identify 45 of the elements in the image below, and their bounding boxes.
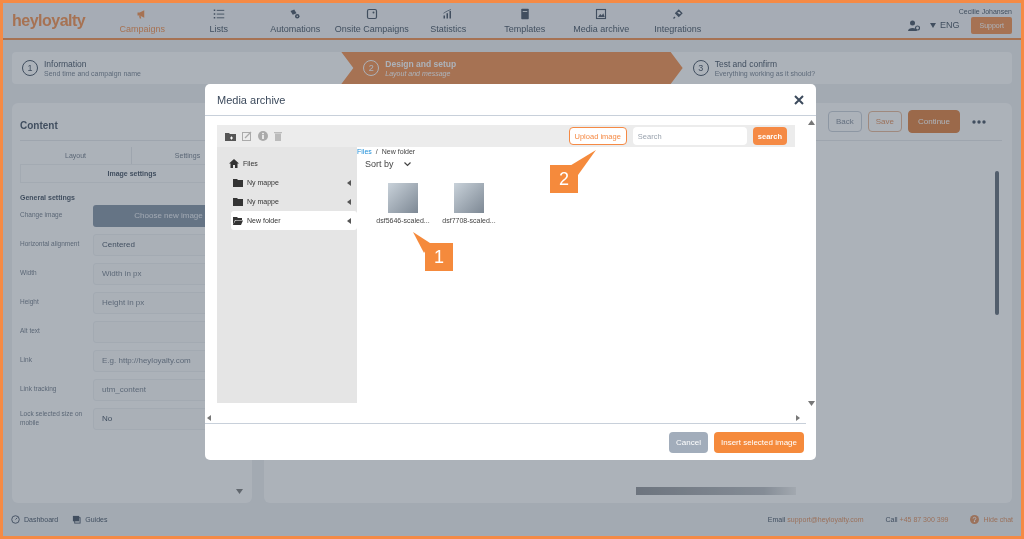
caret-left-icon <box>347 217 351 224</box>
step-title: Design and setup <box>385 59 457 69</box>
nav-item[interactable]: Templates <box>486 3 563 38</box>
info-icon[interactable] <box>258 131 268 141</box>
scroll-down-icon[interactable] <box>236 489 243 494</box>
insert-image-button[interactable]: Insert selected image <box>713 431 804 453</box>
chevron-down-icon[interactable] <box>403 161 411 167</box>
nav-item[interactable]: Integrations <box>639 3 716 38</box>
nav-item[interactable]: Media archive <box>563 3 640 38</box>
gauge-icon[interactable] <box>11 514 20 524</box>
caret-down-icon[interactable] <box>929 22 936 28</box>
nav-item[interactable]: Automations <box>257 3 334 38</box>
more-icon[interactable] <box>972 119 986 124</box>
scroll-left-icon <box>207 414 211 421</box>
photo-placeholder[interactable] <box>388 183 418 213</box>
nav-item[interactable]: Onsite Campaigns <box>333 3 410 38</box>
new-folder-icon[interactable] <box>225 131 236 141</box>
image-icon[interactable] <box>595 7 608 20</box>
cancel-button[interactable]: Cancel <box>669 431 708 453</box>
home-icon[interactable] <box>229 158 239 168</box>
close-icon[interactable] <box>794 94 804 105</box>
sort-dropdown[interactable]: Sort by <box>357 158 417 170</box>
nav-item[interactable]: Statistics <box>410 3 487 38</box>
scroll-down-icon[interactable] <box>807 401 815 406</box>
photo-placeholder[interactable] <box>454 183 484 213</box>
caret-left-icon <box>347 179 351 186</box>
action-button[interactable]: Save <box>867 111 902 132</box>
scrollbar-thumb[interactable] <box>995 171 999 315</box>
edit-icon[interactable] <box>242 131 252 141</box>
book-icon[interactable] <box>72 514 82 524</box>
dialog-title: Media archive <box>217 93 286 106</box>
caret-left-icon <box>347 198 351 205</box>
step-title: Information <box>44 59 88 69</box>
action-button[interactable]: Continue <box>907 110 960 133</box>
folder-icon[interactable] <box>233 216 243 225</box>
language-label[interactable]: ENG <box>939 20 960 30</box>
document-icon[interactable] <box>518 7 531 20</box>
list-icon[interactable] <box>212 7 225 20</box>
user-settings-icon[interactable] <box>907 19 920 31</box>
step-title: Test and confirm <box>714 59 779 69</box>
nav-item[interactable]: Lists <box>180 3 257 38</box>
action-button[interactable]: Back <box>827 111 862 132</box>
scroll-up-icon[interactable] <box>807 120 815 125</box>
scroll-right-icon[interactable] <box>796 414 800 421</box>
square-icon[interactable] <box>365 7 378 20</box>
